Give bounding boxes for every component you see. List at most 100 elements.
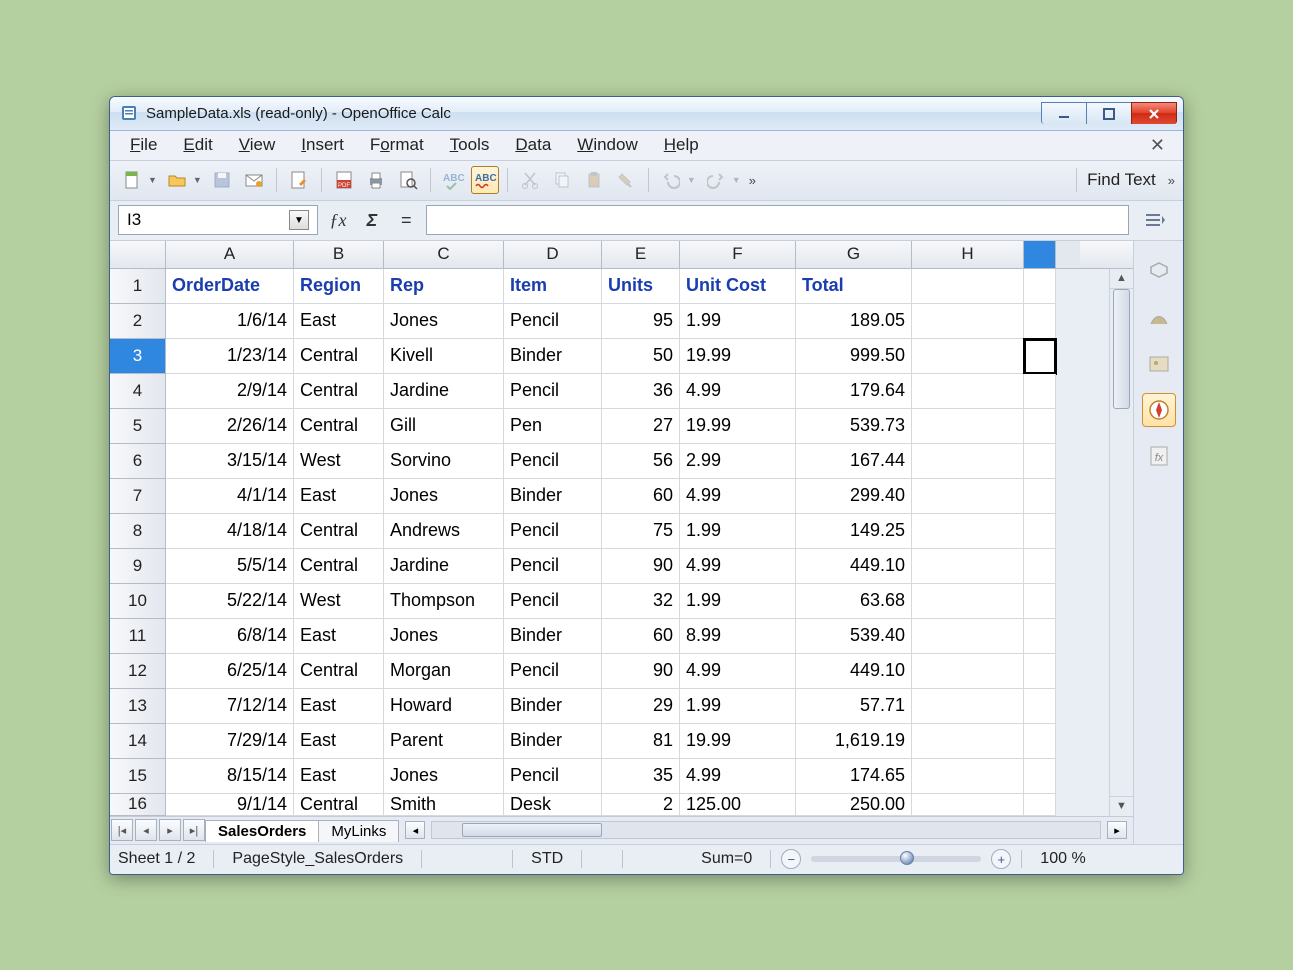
formula-input[interactable] [426, 205, 1129, 235]
hscroll-right-icon[interactable]: ▸ [1107, 821, 1127, 839]
cell[interactable]: West [294, 584, 384, 619]
cell[interactable]: 95 [602, 304, 680, 339]
cell[interactable]: Central [294, 339, 384, 374]
header-cell[interactable]: Item [504, 269, 602, 304]
cell[interactable] [912, 654, 1024, 689]
cell[interactable]: Kivell [384, 339, 504, 374]
cell[interactable]: 4.99 [680, 549, 796, 584]
cell[interactable]: 250.00 [796, 794, 912, 816]
cell[interactable]: Gill [384, 409, 504, 444]
cell[interactable] [1024, 759, 1056, 794]
col-header-h[interactable]: H [912, 241, 1024, 268]
cell[interactable]: Binder [504, 724, 602, 759]
cell[interactable] [1024, 409, 1056, 444]
cell[interactable]: 1.99 [680, 689, 796, 724]
cell[interactable]: 27 [602, 409, 680, 444]
cell[interactable]: Pencil [504, 444, 602, 479]
menu-file[interactable]: File [120, 131, 167, 159]
undo-icon[interactable] [657, 166, 685, 194]
col-header-b[interactable]: B [294, 241, 384, 268]
first-sheet-icon[interactable]: |◂ [111, 819, 133, 841]
cell[interactable]: Central [294, 374, 384, 409]
col-header-c[interactable]: C [384, 241, 504, 268]
cell[interactable]: Jardine [384, 374, 504, 409]
vertical-scrollbar[interactable]: ▲ ▼ [1109, 269, 1133, 816]
functions-icon[interactable]: fx [1142, 439, 1176, 473]
col-header-i[interactable] [1024, 241, 1056, 268]
properties-icon[interactable] [1142, 255, 1176, 289]
header-cell[interactable]: Rep [384, 269, 504, 304]
cell[interactable] [1024, 374, 1056, 409]
cell[interactable]: 1,619.19 [796, 724, 912, 759]
cell[interactable]: Binder [504, 619, 602, 654]
toolbar-expand-icon[interactable]: » [749, 173, 756, 188]
cell[interactable] [1024, 584, 1056, 619]
cell[interactable]: 299.40 [796, 479, 912, 514]
cell[interactable]: 19.99 [680, 339, 796, 374]
cell[interactable]: Thompson [384, 584, 504, 619]
name-box-dropdown-icon[interactable]: ▼ [289, 210, 309, 230]
function-wizard-icon[interactable]: ƒx [324, 206, 352, 234]
zoom-slider[interactable] [811, 856, 981, 862]
cell[interactable]: 7/29/14 [166, 724, 294, 759]
cell[interactable] [912, 794, 1024, 816]
cell[interactable]: 4.99 [680, 479, 796, 514]
cell[interactable]: Smith [384, 794, 504, 816]
cell[interactable] [912, 444, 1024, 479]
autospell-icon[interactable]: ABC [471, 166, 499, 194]
row-header[interactable]: 5 [110, 409, 166, 444]
cell[interactable]: Jones [384, 619, 504, 654]
cells-grid[interactable]: 1OrderDateRegionRepItemUnitsUnit CostTot… [110, 269, 1109, 816]
cell[interactable]: Pencil [504, 514, 602, 549]
cell[interactable] [912, 269, 1024, 304]
prev-sheet-icon[interactable]: ◂ [135, 819, 157, 841]
page-style[interactable]: PageStyle_SalesOrders [224, 850, 411, 868]
scroll-up-icon[interactable]: ▲ [1110, 269, 1133, 289]
cell[interactable]: Sorvino [384, 444, 504, 479]
next-sheet-icon[interactable]: ▸ [159, 819, 181, 841]
cell[interactable] [912, 689, 1024, 724]
row-header[interactable]: 8 [110, 514, 166, 549]
cell[interactable] [1024, 444, 1056, 479]
cell[interactable]: East [294, 759, 384, 794]
cell[interactable]: 19.99 [680, 409, 796, 444]
cell[interactable]: 35 [602, 759, 680, 794]
hscroll-thumb[interactable] [462, 823, 602, 837]
menu-data[interactable]: Data [505, 131, 561, 159]
cell[interactable]: Pencil [504, 654, 602, 689]
open-dropdown[interactable]: ▼ [193, 175, 202, 185]
col-header-f[interactable]: F [680, 241, 796, 268]
cell[interactable] [912, 479, 1024, 514]
cell[interactable]: 4.99 [680, 759, 796, 794]
cell[interactable]: East [294, 304, 384, 339]
cell[interactable] [912, 514, 1024, 549]
menu-edit[interactable]: Edit [173, 131, 222, 159]
redo-dropdown[interactable]: ▼ [732, 175, 741, 185]
cell[interactable]: Morgan [384, 654, 504, 689]
cell[interactable]: 4.99 [680, 374, 796, 409]
cell[interactable]: 63.68 [796, 584, 912, 619]
cell[interactable]: 9/1/14 [166, 794, 294, 816]
cell[interactable]: Pencil [504, 584, 602, 619]
cell[interactable] [912, 759, 1024, 794]
cell[interactable]: 539.73 [796, 409, 912, 444]
row-header[interactable]: 15 [110, 759, 166, 794]
cell[interactable]: 6/25/14 [166, 654, 294, 689]
cell[interactable] [1024, 339, 1056, 374]
cell[interactable]: 90 [602, 654, 680, 689]
cell[interactable]: Desk [504, 794, 602, 816]
redo-icon[interactable] [702, 166, 730, 194]
cell[interactable] [1024, 654, 1056, 689]
tab-salesorders[interactable]: SalesOrders [205, 820, 319, 842]
cell[interactable]: East [294, 689, 384, 724]
header-cell[interactable]: Total [796, 269, 912, 304]
tab-mylinks[interactable]: MyLinks [318, 820, 399, 842]
cell[interactable]: 60 [602, 479, 680, 514]
cell[interactable]: Pencil [504, 304, 602, 339]
row-header[interactable]: 3 [110, 339, 166, 374]
cell[interactable]: Andrews [384, 514, 504, 549]
header-cell[interactable]: OrderDate [166, 269, 294, 304]
email-icon[interactable] [240, 166, 268, 194]
zoom-in-icon[interactable]: + [991, 849, 1011, 869]
cut-icon[interactable] [516, 166, 544, 194]
